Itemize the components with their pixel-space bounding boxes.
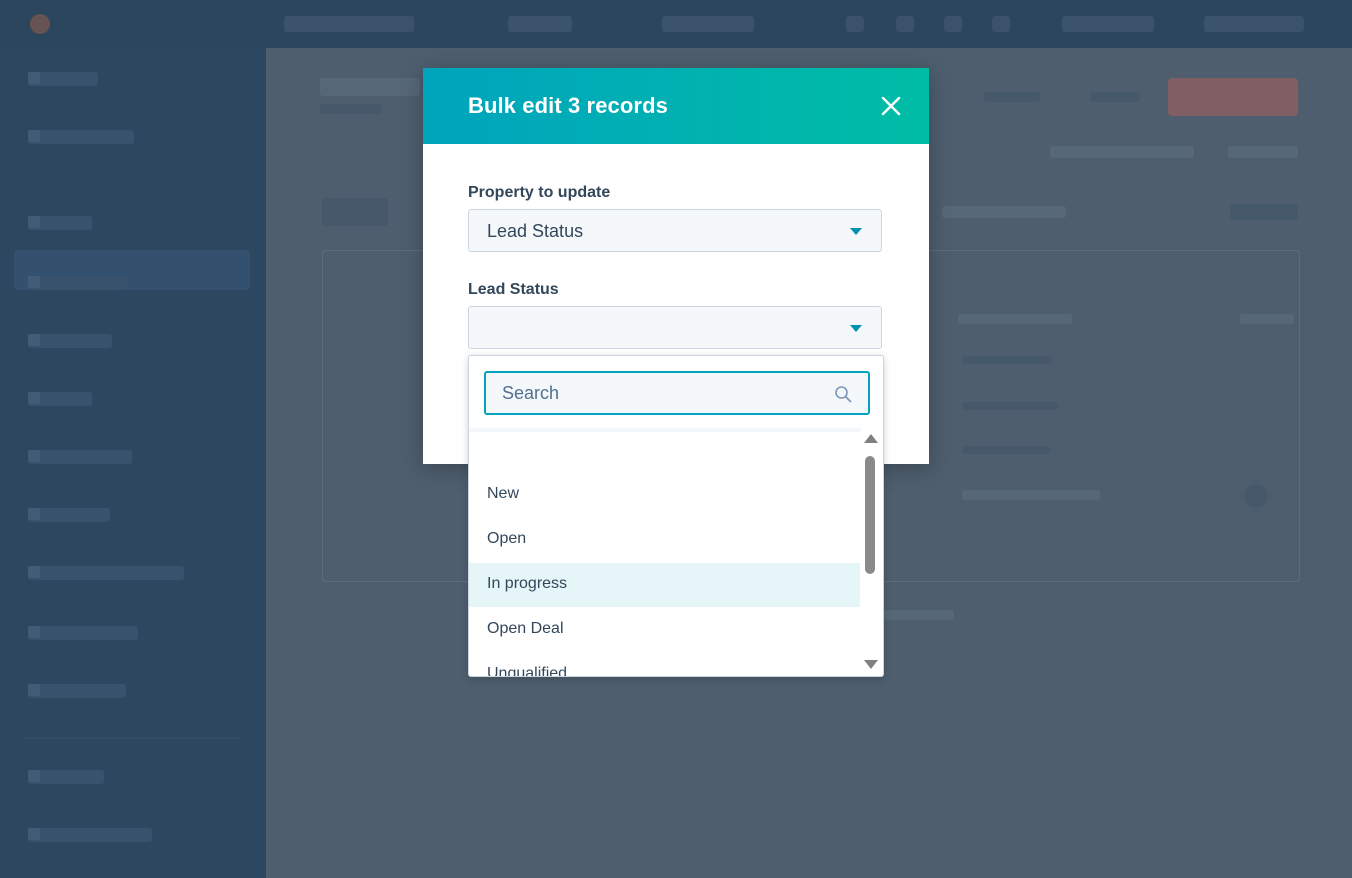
- options-list: New Open In progress Open Deal Unqualifi…: [469, 428, 861, 676]
- option-label: New: [487, 485, 520, 502]
- option-label: Open Deal: [487, 620, 564, 637]
- options-top-strip: [469, 428, 861, 432]
- search-icon: [835, 386, 852, 403]
- scroll-down-icon[interactable]: [864, 660, 878, 669]
- property-to-update-label: Property to update: [468, 184, 611, 201]
- option-label: In progress: [487, 575, 568, 592]
- option-unqualified[interactable]: Unqualified: [469, 653, 860, 677]
- scroll-up-icon[interactable]: [864, 434, 878, 443]
- option-label: Unqualified: [487, 665, 568, 677]
- option-open-deal[interactable]: Open Deal: [469, 608, 860, 652]
- chevron-down-icon: [850, 228, 862, 235]
- close-icon: [881, 96, 901, 116]
- property-select[interactable]: Lead Status: [468, 209, 882, 252]
- scrollbar-thumb[interactable]: [865, 456, 875, 574]
- lead-status-dropdown: New Open In progress Open Deal Unqualifi…: [468, 355, 884, 677]
- close-button[interactable]: [877, 92, 905, 120]
- option-new[interactable]: New: [469, 473, 860, 517]
- lead-status-label: Lead Status: [468, 281, 559, 298]
- property-select-value: Lead Status: [487, 221, 584, 241]
- modal-title: Bulk edit 3 records: [468, 93, 668, 118]
- chevron-down-icon: [850, 325, 862, 332]
- option-open[interactable]: Open: [469, 518, 860, 562]
- modal-header: Bulk edit 3 records: [423, 68, 929, 144]
- dropdown-search: [484, 371, 870, 415]
- option-label: Open: [487, 530, 527, 547]
- option-in-progress[interactable]: In progress: [469, 563, 860, 607]
- options-scrollbar[interactable]: [863, 434, 878, 674]
- search-input[interactable]: [486, 373, 826, 413]
- lead-status-select[interactable]: [468, 306, 882, 349]
